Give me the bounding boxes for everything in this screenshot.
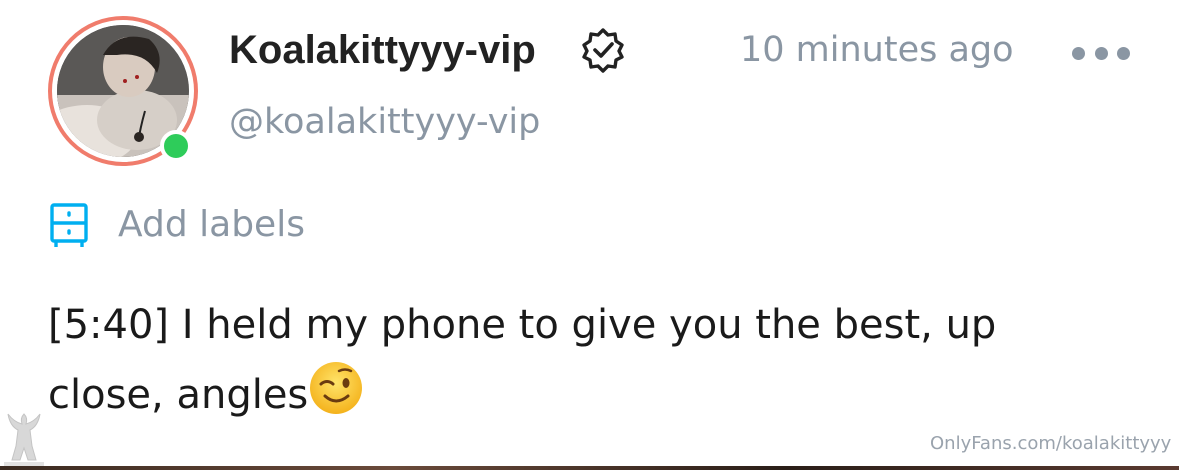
more-options-button[interactable] xyxy=(1072,38,1130,68)
labels-icon xyxy=(50,203,88,247)
verified-badge-icon xyxy=(582,28,624,73)
post-body-text: [5:40] I held my phone to give you the b… xyxy=(48,302,997,418)
more-options-icon xyxy=(1094,46,1108,60)
display-name[interactable]: Koalakittyyy-vip xyxy=(229,24,536,76)
post-body: [5:40] I held my phone to give you the b… xyxy=(48,290,1108,430)
next-post-image-edge xyxy=(0,466,1179,470)
winking-face-emoji xyxy=(310,362,363,414)
username[interactable]: @koalakittyyy-vip xyxy=(229,98,540,146)
more-options-icon xyxy=(1072,46,1085,60)
add-labels-button[interactable]: Add labels xyxy=(48,200,305,250)
post-timestamp[interactable]: 10 minutes ago xyxy=(740,26,1014,74)
online-status-indicator xyxy=(160,130,192,162)
add-labels-label: Add labels xyxy=(118,204,305,245)
post-card: Koalakittyyy-vip 10 minutes ago @koalaki… xyxy=(0,0,1179,470)
watermark-url: OnlyFans.com/koalakittyyy xyxy=(930,433,1172,454)
watermark-logo xyxy=(4,413,44,468)
more-options-icon xyxy=(1117,46,1130,60)
